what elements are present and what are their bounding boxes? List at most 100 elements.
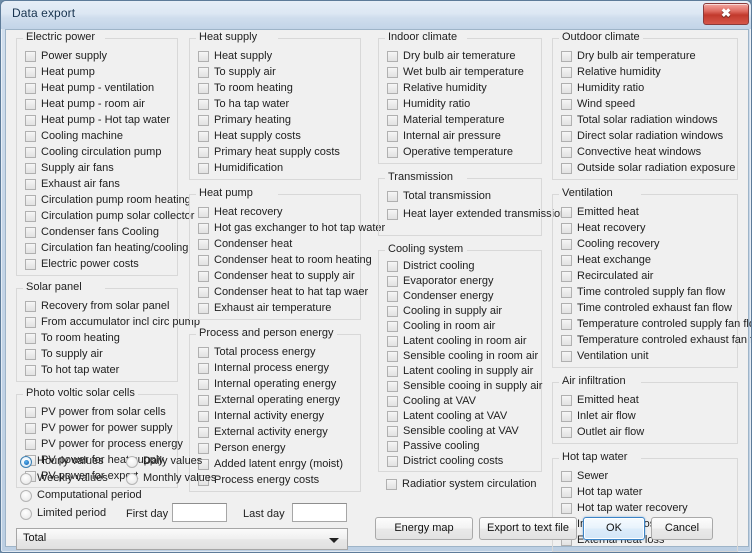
checkbox-label: Heat supply (214, 50, 273, 62)
group-electric-power: Electric power Power supply Heat pump He… (16, 31, 194, 276)
energy-map-button[interactable]: Energy map (375, 517, 473, 540)
checkbox-box (561, 207, 572, 218)
checkbox-label: Humidity ratio (403, 98, 471, 110)
checkbox-box (25, 423, 36, 434)
checkbox-box (387, 191, 398, 202)
ok-button[interactable]: OK (583, 517, 645, 540)
checkbox-label: Heat pump - room air (41, 98, 145, 110)
scope-combobox-value: Total (23, 532, 47, 544)
checkbox-box (561, 503, 572, 514)
checkbox-label: To supply air (41, 348, 103, 360)
checkbox-box (561, 471, 572, 482)
checkbox-box (561, 287, 572, 298)
checkbox-box (25, 349, 36, 360)
checkbox-label: Hot tap water (577, 486, 643, 498)
checkbox-label: Direct solar radiation windows (577, 130, 724, 142)
checkbox-label: To hot tap water (41, 364, 120, 376)
checkbox-box (387, 291, 398, 302)
checkbox-box (387, 306, 398, 317)
checkbox-label: Circulation fan heating/cooling (41, 242, 189, 254)
group-transmission: Transmission Total transmission Heat lay… (378, 171, 566, 236)
checkbox-box (198, 411, 209, 422)
checkbox-label: Heat recovery (577, 222, 646, 234)
checkbox-label: Heat supply costs (214, 130, 301, 142)
checkbox-label: Operative temperature (403, 146, 514, 158)
checkbox-label: Temperature controled supply fan flow (577, 318, 752, 330)
last-day-input[interactable] (292, 503, 347, 522)
checkbox-box (25, 195, 36, 206)
group-title: Solar panel (23, 281, 85, 293)
checkbox-label: Temperature controled exhaust fan flow (577, 334, 752, 346)
group-heat-supply: Heat supply Heat supply To supply air To… (189, 31, 361, 180)
cancel-button[interactable]: Cancel (651, 517, 713, 540)
checkbox-label: Dry bulb air temerature (403, 50, 516, 62)
checkbox-box (561, 303, 572, 314)
group-title: Outdoor climate (559, 31, 643, 43)
checkbox-label: Inlet air flow (577, 410, 636, 422)
checkbox-box (387, 209, 398, 220)
checkbox-label: Ventilation unit (577, 350, 649, 362)
group-air-infiltration: Air infiltration Emitted heat Inlet air … (552, 375, 738, 444)
window-title: Data export (12, 6, 76, 20)
group-title: Hot tap water (559, 451, 631, 463)
radio-label: Computational period (37, 489, 142, 501)
checkbox-label: Sewer (577, 470, 609, 482)
checkbox-label: Cooling recovery (577, 238, 660, 250)
checkbox-label: To room heating (214, 82, 293, 94)
checkbox-label: External activity energy (214, 426, 328, 438)
checkbox-label: Condenser heat to supply air (214, 270, 355, 282)
checkbox-box (386, 479, 397, 490)
checkbox-box (25, 67, 36, 78)
group-outdoor-climate: Outdoor climate Dry bulb air temperature… (552, 31, 738, 180)
checkbox-box (387, 115, 398, 126)
group-title: Photo voltic solar cells (23, 387, 138, 399)
checkbox-label: PV power for process energy (41, 438, 183, 450)
group-title: Electric power (23, 31, 99, 43)
close-icon: ✖ (720, 6, 732, 20)
checkbox-label: Radiatior system circulation (402, 478, 537, 490)
checkbox-label: From accumulator incl circ pump (41, 316, 200, 328)
radio-dot (20, 508, 32, 520)
checkbox-box (25, 333, 36, 344)
checkbox-box (561, 487, 572, 498)
checkbox-box (198, 67, 209, 78)
checkbox-label: PV power from solar cells (41, 406, 166, 418)
checkbox-box (25, 317, 36, 328)
checkbox-label: Total solar radiation windows (577, 114, 718, 126)
checkbox-box (561, 255, 572, 266)
checkbox-box (387, 51, 398, 62)
checkbox-label: Emitted heat (577, 206, 639, 218)
checkbox-label: Emitted heat (577, 394, 639, 406)
checkbox-box (387, 261, 398, 272)
radio-label: Weekly values (37, 472, 108, 484)
group-title: Air infiltration (559, 375, 629, 387)
checkbox-label: Internal process energy (214, 362, 329, 374)
checkbox-box (561, 131, 572, 142)
radio-dot (126, 456, 138, 468)
checkbox-box (561, 67, 572, 78)
checkbox-box (561, 351, 572, 362)
radio-dot (20, 456, 32, 468)
checkbox-label: Dry bulb air temperature (577, 50, 696, 62)
checkbox-label: Time controled exhaust fan flow (577, 302, 732, 314)
checkbox-box (561, 411, 572, 422)
group-indoor-climate: Indoor climate Dry bulb air temerature W… (378, 31, 542, 164)
checkbox-label: Exhaust air temperature (214, 302, 332, 314)
scope-combobox[interactable]: Total (16, 528, 348, 550)
checkbox-box (198, 51, 209, 62)
export-to-text-file-button[interactable]: Export to text file (479, 517, 577, 540)
checkbox-box (198, 239, 209, 250)
checkbox-label: Cooling machine (41, 130, 123, 142)
checkbox-box (25, 259, 36, 270)
checkbox-box (387, 456, 398, 467)
checkbox-box (561, 271, 572, 282)
group-heat-pump: Heat pump Heat recovery Hot gas exchange… (189, 187, 385, 320)
first-day-input[interactable] (172, 503, 227, 522)
checkbox-box (561, 223, 572, 234)
radio-label: Daily values (143, 455, 203, 467)
group-process-and-person-energy: Process and person energy Total process … (189, 327, 361, 492)
close-button[interactable]: ✖ (703, 3, 749, 25)
checkbox-label: Wet bulb air temperature (403, 66, 524, 78)
checkbox-box (198, 347, 209, 358)
checkbox-box (198, 395, 209, 406)
